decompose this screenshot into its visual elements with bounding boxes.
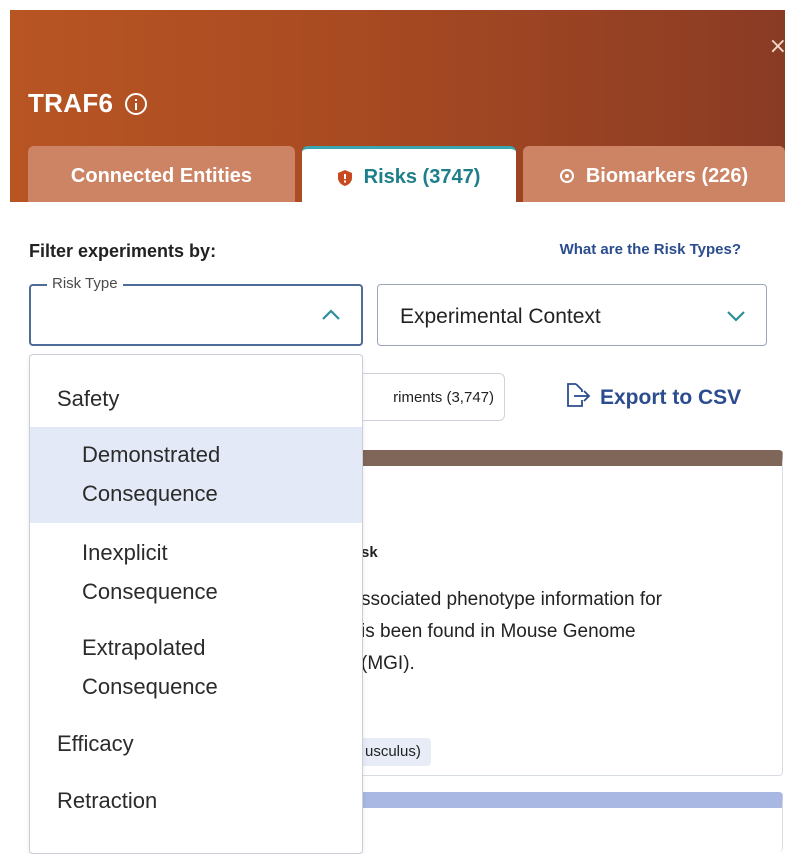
experiments-count-label: riments (3,747) [393,388,494,406]
option-inexplicit-consequence[interactable]: Inexplicit Consequence [30,533,362,611]
option-label: Efficacy [57,731,134,756]
card-desc-line: ssociated phenotype information for [361,589,663,610]
option-retraction[interactable]: Retraction [30,781,362,820]
option-label: Demonstrated [82,442,221,467]
chevron-up-icon [321,308,341,326]
info-icon[interactable] [125,92,148,115]
risk-types-help-link[interactable]: What are the Risk Types? [560,241,741,258]
option-label: Safety [57,386,120,411]
option-efficacy[interactable]: Efficacy [30,724,362,763]
option-label: Inexplicit [82,540,168,565]
export-icon [564,382,592,414]
risk-type-select[interactable]: Risk Type [29,275,363,346]
option-label: Consequence [82,579,218,604]
card-heading: sk [361,544,378,561]
card-desc-line: (MGI). [361,653,415,674]
risk-card-next[interactable] [300,792,783,852]
entity-name: TRAF6 [28,88,114,118]
option-demonstrated-consequence[interactable]: Demonstrated Consequence [30,427,362,523]
export-csv-button[interactable]: Export to CSV [564,382,741,414]
option-label: Consequence [82,674,218,699]
experimental-context-label: Experimental Context [400,305,601,328]
entity-header: × TRAF6 Connected Entities Risks (3747) … [10,10,785,202]
option-safety[interactable]: Safety [30,379,362,418]
export-label: Export to CSV [600,386,742,409]
risk-type-legend: Risk Type [47,275,123,292]
tab-label: Risks (3747) [363,166,481,188]
option-label: Consequence [82,481,218,506]
tab-risks[interactable]: Risks (3747) [302,146,516,202]
page-title: TRAF6 [28,88,148,119]
tab-label: Biomarkers (226) [585,164,749,187]
option-label: Retraction [57,788,158,813]
card-desc-line: is been found in Mouse Genome [361,621,636,642]
shield-icon [337,169,352,186]
experimental-context-select[interactable]: Experimental Context [377,284,767,346]
chevron-down-icon [726,309,746,327]
option-label: Extrapolated [82,635,206,660]
close-icon[interactable]: × [769,36,785,58]
risk-type-dropdown: Safety Demonstrated Consequence Inexplic… [29,354,363,854]
card-description: ssociated phenotype information for is b… [361,584,771,680]
tab-connected-entities[interactable]: Connected Entities [28,146,295,202]
risk-card[interactable]: sk ssociated phenotype information for i… [300,450,783,776]
option-extrapolated-consequence[interactable]: Extrapolated Consequence [30,628,362,706]
tab-biomarkers[interactable]: Biomarkers (226) [523,146,785,202]
filter-label: Filter experiments by: [29,241,217,261]
biomarker-icon [559,169,574,183]
tab-label: Connected Entities [70,164,253,187]
